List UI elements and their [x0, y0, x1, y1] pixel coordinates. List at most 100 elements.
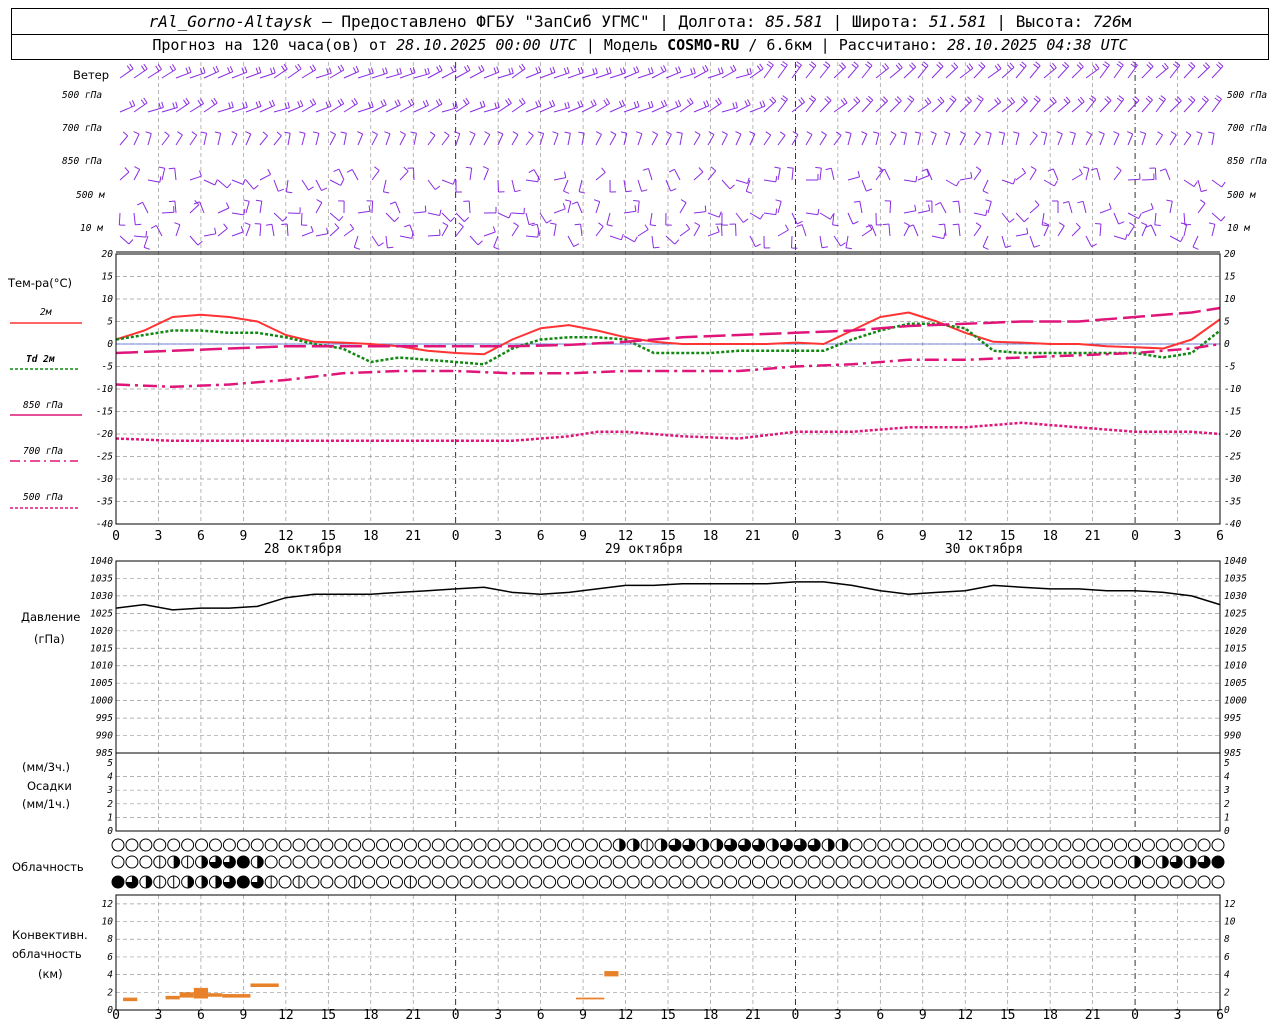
- wind-barb-shaft: [1183, 212, 1186, 226]
- wind-barb-flag: [155, 65, 160, 72]
- wind-barb: [465, 166, 473, 181]
- wind-barb: [987, 63, 1002, 79]
- cloud-symbol: [668, 875, 682, 889]
- x-tick-label-bottom: 6: [537, 1008, 545, 1023]
- cloud-circle: [877, 855, 891, 869]
- cloud-circle: [1044, 838, 1058, 852]
- precip-axis-tick-right: 2: [1224, 799, 1230, 810]
- wind-barb-flag: [1033, 63, 1039, 69]
- cloud-symbol: [668, 838, 682, 852]
- wind-barb-shaft: [455, 102, 470, 113]
- wind-barb-shaft: [1043, 101, 1057, 113]
- cloud-circle: [278, 875, 292, 889]
- wind-barb-shaft: [525, 235, 538, 238]
- wind-barb: [482, 166, 489, 181]
- wind-barb-flag: [949, 97, 955, 103]
- wind-barb-flag: [898, 62, 903, 69]
- wind-barb-flag: [226, 183, 232, 189]
- wind-barb-shaft: [847, 133, 852, 146]
- wind-barb-flag: [573, 243, 580, 248]
- wind-barb: [1196, 131, 1203, 146]
- cloud-symbol: [849, 838, 863, 852]
- cloud-circle: [960, 838, 974, 852]
- wind-barb-flag: [140, 65, 146, 71]
- cloud-symbol: [389, 838, 403, 852]
- cloud-symbol: [905, 875, 919, 889]
- wind-barb-shaft: [271, 224, 275, 237]
- conv-title-2: облачность: [12, 947, 82, 961]
- wind-barb: [825, 167, 835, 181]
- wind-barb-shaft: [441, 135, 450, 146]
- wind-barb-flag: [334, 223, 340, 229]
- wind-barb-flag: [1021, 167, 1027, 174]
- wind-barb-flag: [564, 131, 571, 134]
- wind-barb-shaft: [1029, 65, 1041, 79]
- conv-axis-tick-left: 8: [107, 934, 113, 945]
- wind-barbs: [118, 61, 1226, 250]
- wind-barb: [1127, 95, 1140, 113]
- wind-barb-shaft: [399, 170, 409, 181]
- pressure-axis-tick-right: 1015: [1224, 643, 1247, 654]
- cloud-symbol: [1100, 838, 1114, 852]
- wind-barb-shaft: [830, 168, 835, 181]
- wind-barb-shaft: [147, 133, 152, 146]
- wind-barb: [245, 179, 259, 190]
- wind-level-850hpa: 850 гПа: [62, 156, 102, 167]
- cloud-circle: [1169, 875, 1183, 889]
- wind-barb: [735, 212, 749, 223]
- wind-barb-flag: [492, 226, 496, 233]
- wind-barb: [668, 168, 681, 181]
- wind-barb: [1052, 200, 1059, 213]
- cloud-circle: [1030, 875, 1044, 889]
- cloud-symbol: [236, 855, 250, 869]
- wind-barb: [441, 65, 457, 79]
- wind-barb-shaft: [721, 107, 738, 113]
- cloud-symbol: [905, 855, 919, 869]
- wind-barb-flag: [824, 61, 831, 66]
- wind-barb-flag: [199, 98, 205, 104]
- cloud-circle: [417, 855, 431, 869]
- wind-barb-flag: [634, 236, 638, 243]
- wind-barb-flag: [1034, 200, 1040, 206]
- wind-barb-flag: [735, 131, 742, 135]
- wind-barb-shaft: [1113, 98, 1125, 113]
- wind-barb-shaft: [1082, 201, 1087, 214]
- cloud-symbol: [752, 855, 766, 869]
- cloud-symbol: [1169, 875, 1183, 889]
- cloud-symbol: [654, 855, 668, 869]
- wind-barb-shaft: [791, 64, 802, 79]
- wind-barb-shaft: [609, 72, 626, 79]
- wind-barb: [745, 179, 753, 194]
- wind-barb-shaft: [155, 225, 163, 237]
- wind-barb-flag: [689, 97, 694, 104]
- cloud-circle: [1114, 838, 1128, 852]
- wind-barb-shaft: [805, 134, 813, 146]
- wind-barb-shaft: [231, 106, 248, 113]
- cloud-circle: [807, 875, 821, 889]
- wind-barb: [133, 231, 147, 238]
- wind-barb-flag: [1010, 97, 1015, 103]
- cloud-fill-sector: [215, 876, 222, 888]
- wind-barb: [217, 66, 234, 79]
- pressure-unit: (гПа): [34, 632, 65, 646]
- cloud-fill-sector: [1190, 856, 1197, 868]
- wind-barb-flag: [258, 66, 262, 73]
- wind-barb-flag: [939, 96, 945, 102]
- wind-barb: [578, 179, 586, 194]
- cloud-circle: [278, 855, 292, 869]
- wind-barb-shaft: [427, 234, 441, 237]
- wind-barb-shaft: [175, 71, 192, 79]
- wind-barb: [987, 97, 1002, 113]
- wind-barb-shaft: [679, 72, 696, 79]
- wind-barb-flag: [480, 64, 485, 71]
- wind-barb-flag: [704, 205, 707, 212]
- cloud-symbol: [1197, 875, 1211, 889]
- wind-barb-flag: [1216, 64, 1222, 69]
- wind-barb-shaft: [259, 104, 275, 113]
- wind-barb-shaft: [1071, 133, 1076, 146]
- wind-barb-flag: [832, 224, 839, 227]
- date-label-1: 28 октября: [264, 542, 342, 557]
- wind-barb: [1082, 166, 1090, 181]
- cloud-symbol: [181, 855, 195, 869]
- wind-barb-flag: [1095, 223, 1102, 225]
